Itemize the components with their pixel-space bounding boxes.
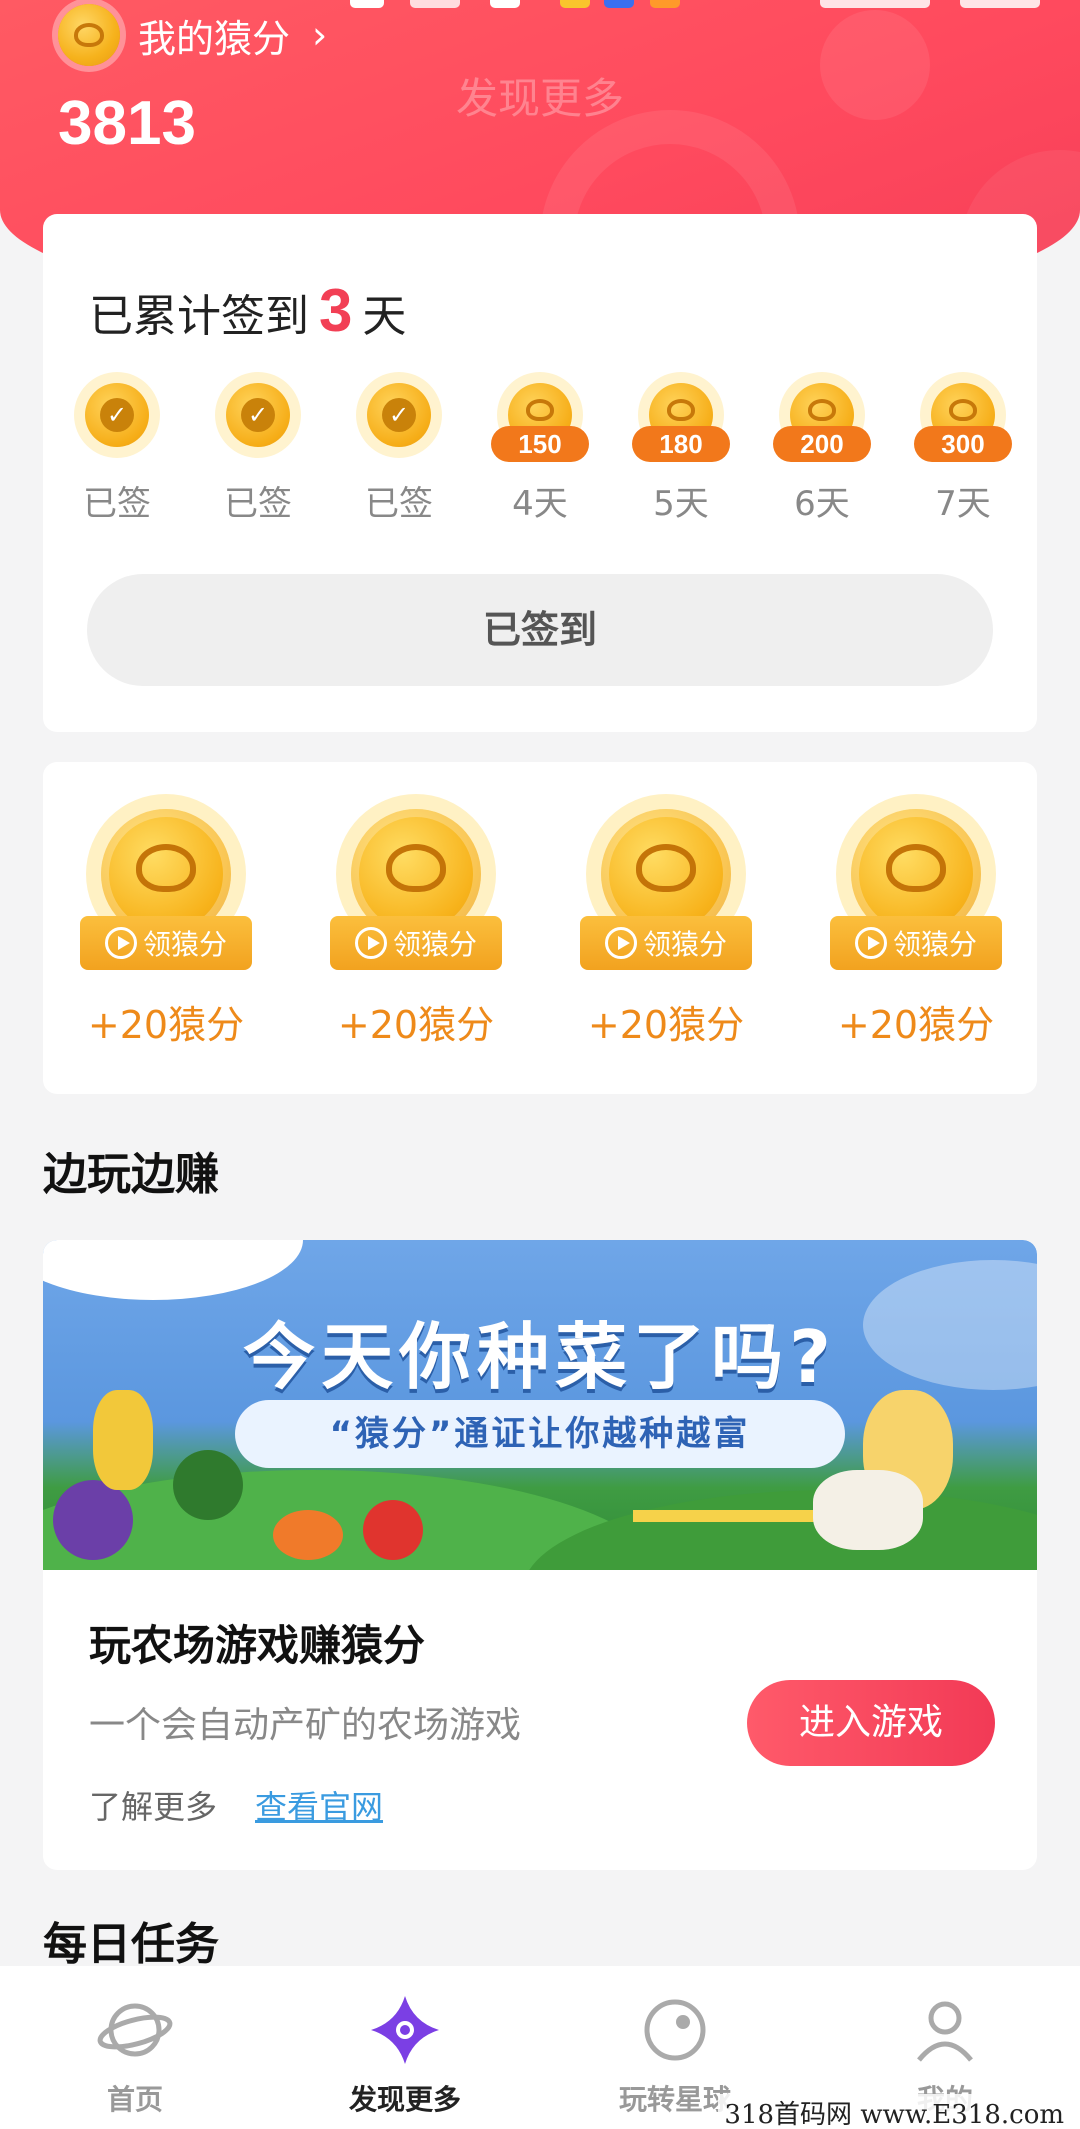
check-icon: ✓: [241, 398, 275, 432]
reward-amount: +20猿分: [87, 1003, 245, 1047]
dog-illustration: [813, 1470, 923, 1550]
checkin-card: 已累计签到 3 天 ✓ 已签 ✓ 已签 ✓ 已签 150 4天 180 5天 2…: [43, 214, 1037, 732]
video-rewards-card: 领猿分 +20猿分 领猿分 +20猿分 领猿分 +20猿分 领猿分 +20猿分: [43, 762, 1037, 1094]
site-watermark: 318首码网 www.E318.com: [718, 2094, 1070, 2129]
cloud-shape: [43, 1240, 303, 1300]
checkin-days: ✓ 已签 ✓ 已签 ✓ 已签 150 4天 180 5天 200 6天 300 …: [57, 372, 1023, 525]
reward-badge: 150: [491, 426, 589, 462]
chevron-right-icon: ›: [312, 13, 328, 57]
claim-reward-button[interactable]: 领猿分: [830, 916, 1002, 970]
reward-amount: +20猿分: [837, 1003, 995, 1047]
reward-item: 领猿分 +20猿分: [71, 794, 261, 1049]
official-site-link[interactable]: 查看官网: [255, 1782, 383, 1828]
game-description: 一个会自动产矿的农场游戏: [89, 1705, 522, 1746]
reward-item: 领猿分 +20猿分: [821, 794, 1011, 1049]
planet-icon: [95, 1990, 175, 2070]
carrot-illustration: [273, 1510, 343, 1560]
broccoli-illustration: [173, 1450, 243, 1520]
learn-more-label: 了解更多: [89, 1788, 218, 1826]
tab-home[interactable]: 首页: [0, 1966, 270, 2129]
reward-badge: 180: [632, 426, 730, 462]
play-icon: [104, 927, 137, 959]
reward-badge: 200: [773, 426, 871, 462]
claim-reward-button[interactable]: 领猿分: [80, 916, 252, 970]
tomato-illustration: [363, 1500, 423, 1560]
checkin-day: ✓ 已签: [57, 372, 177, 525]
points-balance: 3813: [58, 89, 196, 158]
reward-item: 领猿分 +20猿分: [571, 794, 761, 1049]
check-icon: ✓: [382, 398, 416, 432]
farm-game-banner[interactable]: 今天你种菜了吗? “猿分”通证让你越种越富: [43, 1240, 1037, 1570]
check-icon: ✓: [100, 398, 134, 432]
play-icon: [354, 927, 387, 959]
checkin-day: ✓ 已签: [339, 372, 459, 525]
reward-item: 领猿分 +20猿分: [321, 794, 511, 1049]
banner-subtitle: “猿分”通证让你越种越富: [235, 1400, 845, 1468]
checkin-title: 已累计签到 3 天: [89, 277, 407, 344]
play-earn-section-title: 边玩边赚: [43, 1149, 219, 1200]
corn-illustration: [93, 1390, 153, 1490]
monkey-coin-icon: [58, 4, 120, 66]
checkin-day: ✓ 已签: [198, 372, 318, 525]
banner-title: 今天你种菜了吗?: [243, 1315, 837, 1399]
checkin-day: 300 7天: [903, 372, 1023, 525]
daily-tasks-section-title: 每日任务: [43, 1919, 219, 1970]
checkin-day: 200 6天: [762, 372, 882, 525]
checked-in-button[interactable]: 已签到: [87, 574, 993, 686]
enter-game-button[interactable]: 进入游戏: [747, 1680, 995, 1766]
discover-diamond-icon: [365, 1990, 445, 2070]
reward-amount: +20猿分: [587, 1003, 745, 1047]
game-title: 玩农场游戏赚猿分: [89, 1621, 426, 1670]
grape-illustration: [53, 1480, 133, 1560]
checkin-day: 150 4天: [480, 372, 600, 525]
tab-discover[interactable]: 发现更多: [270, 1966, 540, 2129]
person-icon: [905, 1990, 985, 2070]
claim-reward-button[interactable]: 领猿分: [330, 916, 502, 970]
status-bar-icons: [350, 0, 1050, 12]
claim-reward-button[interactable]: 领猿分: [580, 916, 752, 970]
checkin-count: 3: [319, 277, 353, 344]
my-points-title: 我的猿分: [138, 16, 291, 61]
reward-amount: +20猿分: [337, 1003, 495, 1047]
orbit-icon: [635, 1990, 715, 2070]
reward-badge: 300: [914, 426, 1012, 462]
my-points-link[interactable]: 我的猿分 ›: [58, 4, 327, 66]
play-icon: [604, 927, 637, 959]
checkin-day: 180 5天: [621, 372, 741, 525]
farm-game-card: 今天你种菜了吗? “猿分”通证让你越种越富 玩农场游戏赚猿分 一个会自动产矿的农…: [43, 1240, 1037, 1870]
play-icon: [854, 927, 887, 959]
